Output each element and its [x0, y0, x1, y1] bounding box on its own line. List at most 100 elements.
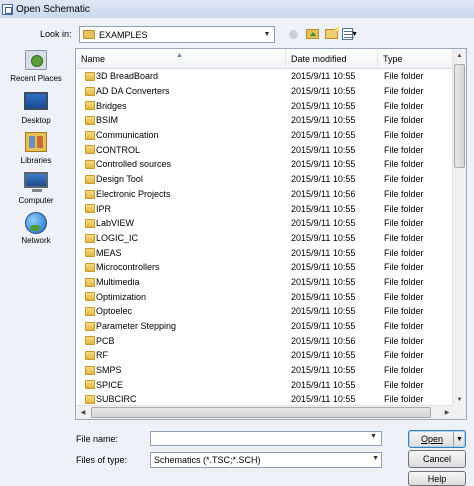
view-menu-button[interactable]: ▼ [342, 26, 358, 42]
folder-icon [85, 174, 95, 184]
table-row[interactable]: Multimedia 2015/9/11 10:55 File folder [76, 275, 454, 290]
file-list[interactable]: Name ▲ Date modified Type 3D BreadBoard 2… [75, 48, 467, 420]
file-date-cell: 2015/9/11 10:55 [291, 115, 356, 126]
table-row[interactable]: Controlled sources 2015/9/11 10:55 File fo… [76, 157, 454, 172]
file-name-cell: PCB [96, 335, 115, 346]
cancel-button[interactable]: Cancel [408, 450, 466, 468]
file-date-cell: 2015/9/11 10:55 [291, 159, 356, 170]
scroll-corner [452, 405, 466, 419]
column-type-label: Type [383, 54, 403, 64]
file-name-cell: SPICE [96, 379, 124, 390]
file-type-cell: File folder [384, 335, 424, 346]
table-row[interactable]: PCB 2015/9/11 10:56 File folder [76, 333, 454, 348]
column-name[interactable]: Name ▲ [76, 49, 286, 69]
file-type-label: Files of type: [76, 455, 128, 465]
table-row[interactable]: LOGIC_IC 2015/9/11 10:55 File folder [76, 231, 454, 246]
chevron-down-icon[interactable]: ▼ [260, 27, 274, 42]
table-row[interactable]: LabVIEW 2015/9/11 10:55 File folder [76, 216, 454, 231]
file-type-cell: File folder [384, 394, 424, 405]
folder-icon [85, 248, 95, 258]
file-type-cell: File folder [384, 379, 424, 390]
file-name-cell: Communication [96, 130, 159, 141]
file-type-value: Schematics (*.TSC;*.SCH) [154, 455, 261, 465]
folder-icon [85, 72, 95, 81]
file-date-cell: 2015/9/11 10:55 [291, 365, 356, 376]
place-label: Desktop [21, 116, 51, 125]
file-name-cell: IPR [96, 203, 112, 214]
horizontal-scrollbar[interactable]: ◀ ▶ [76, 405, 454, 419]
table-row[interactable]: Design Tool 2015/9/11 10:55 File folder [76, 172, 454, 187]
file-name-input[interactable] [150, 431, 382, 446]
file-type-select[interactable]: Schematics (*.TSC;*.SCH) ▼ [150, 452, 382, 468]
help-button[interactable]: Help [408, 471, 466, 486]
file-name-cell: Controlled sources [96, 159, 172, 170]
recent-places-icon [25, 50, 47, 70]
vertical-scrollbar[interactable]: ▲ ▼ [452, 49, 466, 407]
file-rows: 3D BreadBoard 2015/9/11 10:55 File folder A… [76, 69, 454, 407]
place-network[interactable]: Network [0, 212, 72, 245]
file-name-cell: Bridges [96, 100, 127, 111]
folder-icon [85, 351, 95, 361]
table-row[interactable]: 3D BreadBoard 2015/9/11 10:55 File folder [76, 69, 454, 84]
table-row[interactable]: CONTROL 2015/9/11 10:55 File folder [76, 142, 454, 157]
file-name-cell: Parameter Stepping [96, 321, 177, 332]
table-row[interactable]: SMPS 2015/9/11 10:55 File folder [76, 363, 454, 378]
up-folder-button[interactable] [304, 26, 320, 42]
scroll-left-icon[interactable]: ◀ [76, 406, 90, 419]
scroll-thumb[interactable] [91, 407, 431, 418]
file-name-cell: 3D BreadBoard [96, 71, 159, 82]
file-type-cell: File folder [384, 232, 424, 243]
desktop-icon [24, 92, 48, 110]
table-row[interactable]: Microcontrollers 2015/9/11 10:55 File fold… [76, 260, 454, 275]
place-label: Computer [18, 196, 54, 205]
scroll-up-icon[interactable]: ▲ [453, 49, 466, 63]
table-row[interactable]: Electronic Projects 2015/9/11 10:56 File f… [76, 187, 454, 202]
table-row[interactable]: RF 2015/9/11 10:55 File folder [76, 348, 454, 363]
place-recent-places[interactable]: Recent Places [0, 50, 72, 83]
file-type-cell: File folder [384, 276, 424, 287]
file-date-cell: 2015/9/11 10:55 [291, 291, 356, 302]
file-date-cell: 2015/9/11 10:55 [291, 379, 356, 390]
chevron-down-icon[interactable]: ▼ [372, 455, 379, 462]
file-date-cell: 2015/9/11 10:55 [291, 394, 356, 405]
scroll-thumb[interactable] [454, 64, 465, 168]
folder-icon [85, 86, 95, 96]
place-desktop[interactable]: Desktop [0, 92, 72, 125]
file-name-label: File name: [76, 434, 119, 444]
folder-icon [85, 321, 95, 331]
new-folder-button[interactable] [323, 26, 339, 42]
file-date-cell: 2015/9/11 10:55 [291, 306, 356, 317]
chevron-down-icon[interactable]: ▼ [370, 433, 377, 440]
table-row[interactable]: IPR 2015/9/11 10:55 File folder [76, 201, 454, 216]
table-row[interactable]: AD DA Converters 2015/9/11 10:55 File fold… [76, 84, 454, 99]
table-row[interactable]: Communication 2015/9/11 10:55 File folder [76, 128, 454, 143]
table-row[interactable]: Optimization 2015/9/11 10:55 File folder [76, 289, 454, 304]
column-date[interactable]: Date modified [286, 49, 378, 69]
place-computer[interactable]: Computer [0, 172, 72, 205]
table-row[interactable]: Parameter Stepping 2015/9/11 10:55 File fo… [76, 319, 454, 334]
table-row[interactable]: Optoelec 2015/9/11 10:55 File folder [76, 304, 454, 319]
folder-icon [85, 160, 95, 170]
look-in-combo[interactable]: EXAMPLES ▼ [79, 26, 275, 43]
place-label: Libraries [20, 156, 52, 165]
place-libraries[interactable]: Libraries [0, 132, 72, 165]
folder-icon [85, 262, 95, 272]
table-row[interactable]: MEAS 2015/9/11 10:55 File folder [76, 245, 454, 260]
table-row[interactable]: SPICE 2015/9/11 10:55 File folder [76, 377, 454, 392]
open-button[interactable]: Open ▼ [408, 430, 466, 448]
look-in-label: Look in: [40, 29, 72, 39]
back-button[interactable] [285, 26, 301, 42]
file-type-cell: File folder [384, 247, 424, 258]
table-row[interactable]: Bridges 2015/9/11 10:55 File folder [76, 98, 454, 113]
table-row[interactable]: BSIM 2015/9/11 10:55 File folder [76, 113, 454, 128]
file-date-cell: 2015/9/11 10:55 [291, 276, 356, 287]
file-type-cell: File folder [384, 130, 424, 141]
cancel-button-label: Cancel [422, 454, 451, 464]
column-type[interactable]: Type [378, 49, 454, 69]
file-date-cell: 2015/9/11 10:55 [291, 130, 356, 141]
chevron-down-icon[interactable]: ▼ [453, 431, 465, 447]
file-name-cell: SMPS [96, 365, 122, 376]
file-name-cell: LOGIC_IC [96, 232, 139, 243]
file-type-cell: File folder [384, 159, 424, 170]
file-date-cell: 2015/9/11 10:55 [291, 321, 356, 332]
